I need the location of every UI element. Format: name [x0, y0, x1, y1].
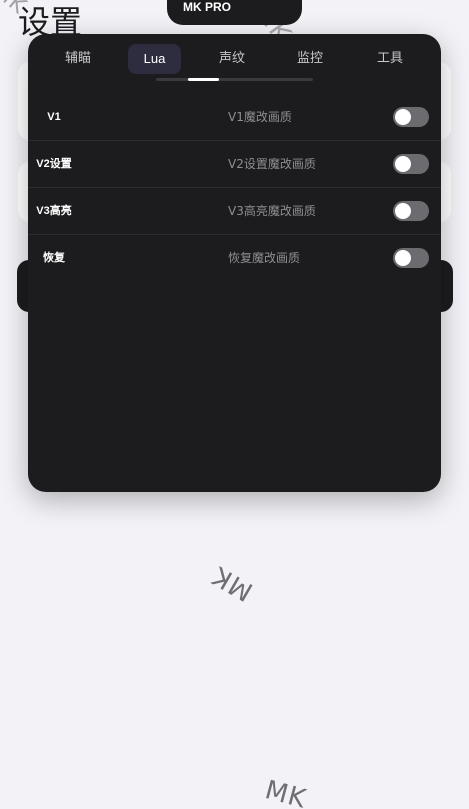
settings-list: V1 V1魔改画质 V2设置 V2设置魔改画质 V3高亮 V3高亮魔改画质 恢复… [28, 94, 441, 281]
screen: 设置 MK MK MK MK MK PRO 辅瞄 Lua 声纹 监控 工具 V1… [0, 0, 469, 809]
watermark: MK [207, 559, 259, 607]
restore-toggle[interactable] [393, 248, 429, 268]
tab-indicator-track [156, 78, 313, 81]
v3-toggle[interactable] [393, 201, 429, 221]
tab-monitor[interactable]: 监控 [286, 44, 334, 74]
row-label: 恢复 [43, 252, 65, 264]
row-description: V1魔改画质 [228, 110, 292, 124]
toggle-knob [395, 250, 411, 266]
toggle-knob [395, 156, 411, 172]
v1-toggle[interactable] [393, 107, 429, 127]
tab-lua[interactable]: Lua [128, 44, 181, 74]
row-description: V3高亮魔改画质 [228, 204, 316, 218]
v2-toggle[interactable] [393, 154, 429, 174]
settings-panel: 辅瞄 Lua 声纹 监控 工具 V1 V1魔改画质 V2设置 V2设置魔改画质 [28, 34, 441, 492]
list-item-v3: V3高亮 V3高亮魔改画质 [28, 188, 441, 235]
list-item-restore: 恢复 恢复魔改画质 [28, 235, 441, 281]
list-item-v2: V2设置 V2设置魔改画质 [28, 141, 441, 188]
row-label: V3高亮 [36, 205, 72, 217]
tab-indicator [188, 78, 219, 81]
row-description: V2设置魔改画质 [228, 157, 316, 171]
list-item-v1: V1 V1魔改画质 [28, 94, 441, 141]
app-badge: MK PRO [167, 0, 302, 25]
row-label: V1 [47, 111, 61, 123]
row-description: 恢复魔改画质 [228, 251, 301, 265]
row-label: V2设置 [36, 158, 72, 170]
tab-aim-assist[interactable]: 辅瞄 [54, 44, 102, 74]
tab-tools[interactable]: 工具 [366, 44, 414, 74]
watermark: MK [261, 775, 310, 809]
toggle-knob [395, 109, 411, 125]
tab-bar: 辅瞄 Lua 声纹 监控 工具 [28, 44, 441, 74]
toggle-knob [395, 203, 411, 219]
tab-voiceprint[interactable]: 声纹 [208, 44, 256, 74]
